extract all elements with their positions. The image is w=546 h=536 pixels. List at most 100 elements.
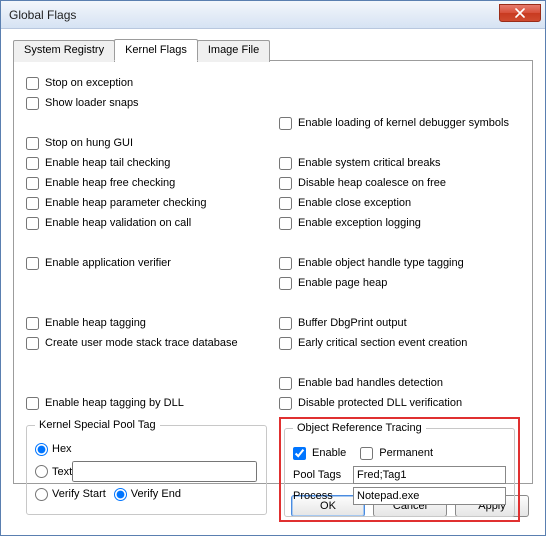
chk-page-heap[interactable]: Enable page heap [279, 273, 520, 293]
client-area: System Registry Kernel Flags Image File … [1, 29, 545, 535]
chk-stop-hung-box[interactable] [26, 137, 39, 150]
chk-app-verifier-box[interactable] [26, 257, 39, 270]
chk-bad-handles[interactable]: Enable bad handles detection [279, 373, 520, 393]
chk-stop-exception-label: Stop on exception [45, 77, 133, 89]
chk-umst[interactable]: Create user mode stack trace database [26, 333, 267, 353]
chk-dbgprint-label: Buffer DbgPrint output [298, 317, 407, 329]
chk-ort-enable[interactable]: Enable [293, 443, 346, 463]
window: Global Flags System Registry Kernel Flag… [0, 0, 546, 536]
chk-sys-crit-box[interactable] [279, 157, 292, 170]
tab-image-file[interactable]: Image File [197, 40, 270, 62]
chk-bad-handles-box[interactable] [279, 377, 292, 390]
chk-early-crit-label: Early critical section event creation [298, 337, 467, 349]
chk-app-verifier[interactable]: Enable application verifier [26, 253, 267, 273]
chk-heap-tag-dll[interactable]: Enable heap tagging by DLL [26, 393, 267, 413]
chk-sys-crit-label: Enable system critical breaks [298, 157, 440, 169]
radio-verify-start-input[interactable] [35, 488, 48, 501]
chk-heap-coalesce-box[interactable] [279, 177, 292, 190]
chk-stop-hung[interactable]: Stop on hung GUI [26, 133, 267, 153]
chk-close-exc-label: Enable close exception [298, 197, 411, 209]
chk-sys-crit[interactable]: Enable system critical breaks [279, 153, 520, 173]
chk-obj-handle-label: Enable object handle type tagging [298, 257, 464, 269]
kspt-tag-input[interactable] [72, 461, 257, 482]
radio-hex-input[interactable] [35, 443, 48, 456]
chk-heap-tag-box[interactable] [26, 317, 39, 330]
chk-heap-valid-label: Enable heap validation on call [45, 217, 191, 229]
chk-heap-param-label: Enable heap parameter checking [45, 197, 206, 209]
tab-system-registry[interactable]: System Registry [13, 40, 115, 62]
chk-dbgprint-box[interactable] [279, 317, 292, 330]
chk-heap-coalesce[interactable]: Disable heap coalesce on free [279, 173, 520, 193]
object-reference-tracing-highlight: Object Reference Tracing Enable Permanen… [279, 417, 520, 522]
chk-show-loader-label: Show loader snaps [45, 97, 139, 109]
tab-control: System Registry Kernel Flags Image File … [13, 39, 533, 485]
window-title: Global Flags [9, 8, 76, 22]
chk-umst-box[interactable] [26, 337, 39, 350]
ort-pool-tags-input[interactable] [353, 466, 506, 484]
chk-heap-free-box[interactable] [26, 177, 39, 190]
chk-stop-exception-box[interactable] [26, 77, 39, 90]
radio-verify-start-label: Verify Start [52, 488, 106, 500]
chk-stop-exception[interactable]: Stop on exception [26, 73, 267, 93]
chk-heap-coalesce-label: Disable heap coalesce on free [298, 177, 446, 189]
chk-heap-valid-box[interactable] [26, 217, 39, 230]
tab-strip: System Registry Kernel Flags Image File [13, 39, 533, 61]
chk-stop-hung-label: Stop on hung GUI [45, 137, 133, 149]
ort-pool-tags-label: Pool Tags [293, 469, 353, 481]
chk-page-heap-label: Enable page heap [298, 277, 387, 289]
radio-text[interactable]: Text [35, 462, 72, 482]
chk-bad-handles-label: Enable bad handles detection [298, 377, 443, 389]
chk-heap-tail-label: Enable heap tail checking [45, 157, 170, 169]
chk-heap-param[interactable]: Enable heap parameter checking [26, 193, 267, 213]
tab-kernel-flags[interactable]: Kernel Flags [114, 39, 198, 61]
chk-ort-enable-box[interactable] [293, 447, 306, 460]
chk-ort-permanent-box[interactable] [360, 447, 373, 460]
radio-verify-end[interactable]: Verify End [114, 484, 181, 504]
chk-umst-label: Create user mode stack trace database [45, 337, 238, 349]
chk-close-exc[interactable]: Enable close exception [279, 193, 520, 213]
chk-early-crit-box[interactable] [279, 337, 292, 350]
chk-exc-log-box[interactable] [279, 217, 292, 230]
chk-heap-tail[interactable]: Enable heap tail checking [26, 153, 267, 173]
chk-heap-free[interactable]: Enable heap free checking [26, 173, 267, 193]
ort-process-label: Process [293, 490, 353, 502]
chk-dll-verif[interactable]: Disable protected DLL verification [279, 393, 520, 413]
chk-obj-handle[interactable]: Enable object handle type tagging [279, 253, 520, 273]
tab-body: Stop on exception Show loader snaps Stop… [13, 60, 533, 484]
chk-heap-tag-label: Enable heap tagging [45, 317, 146, 329]
chk-heap-free-label: Enable heap free checking [45, 177, 175, 189]
chk-heap-valid[interactable]: Enable heap validation on call [26, 213, 267, 233]
ort-process-input[interactable] [353, 487, 506, 505]
chk-heap-tag[interactable]: Enable heap tagging [26, 313, 267, 333]
left-column: Stop on exception Show loader snaps Stop… [26, 73, 273, 522]
chk-dll-verif-label: Disable protected DLL verification [298, 397, 462, 409]
kernel-special-pool-tag-group: Kernel Special Pool Tag Hex Text [26, 419, 267, 515]
radio-verify-start[interactable]: Verify Start [35, 484, 106, 504]
chk-heap-tail-box[interactable] [26, 157, 39, 170]
chk-early-crit[interactable]: Early critical section event creation [279, 333, 520, 353]
close-icon [515, 8, 525, 18]
chk-heap-tag-dll-box[interactable] [26, 397, 39, 410]
chk-heap-tag-dll-label: Enable heap tagging by DLL [45, 397, 184, 409]
radio-verify-end-input[interactable] [114, 488, 127, 501]
chk-load-sym-box[interactable] [279, 117, 292, 130]
chk-show-loader[interactable]: Show loader snaps [26, 93, 267, 113]
chk-show-loader-box[interactable] [26, 97, 39, 110]
radio-text-input[interactable] [35, 465, 48, 478]
chk-page-heap-box[interactable] [279, 277, 292, 290]
radio-hex-label: Hex [52, 443, 72, 455]
chk-heap-param-box[interactable] [26, 197, 39, 210]
right-column: Enable loading of kernel debugger symbol… [273, 73, 520, 522]
chk-ort-enable-label: Enable [312, 447, 346, 459]
radio-hex[interactable]: Hex [35, 439, 72, 459]
chk-exc-log[interactable]: Enable exception logging [279, 213, 520, 233]
chk-load-sym[interactable]: Enable loading of kernel debugger symbol… [279, 113, 520, 133]
chk-dll-verif-box[interactable] [279, 397, 292, 410]
chk-ort-permanent-label: Permanent [379, 447, 433, 459]
chk-close-exc-box[interactable] [279, 197, 292, 210]
ort-legend: Object Reference Tracing [293, 422, 426, 434]
chk-obj-handle-box[interactable] [279, 257, 292, 270]
chk-dbgprint[interactable]: Buffer DbgPrint output [279, 313, 520, 333]
close-button[interactable] [499, 4, 541, 22]
chk-ort-permanent[interactable]: Permanent [360, 443, 433, 463]
